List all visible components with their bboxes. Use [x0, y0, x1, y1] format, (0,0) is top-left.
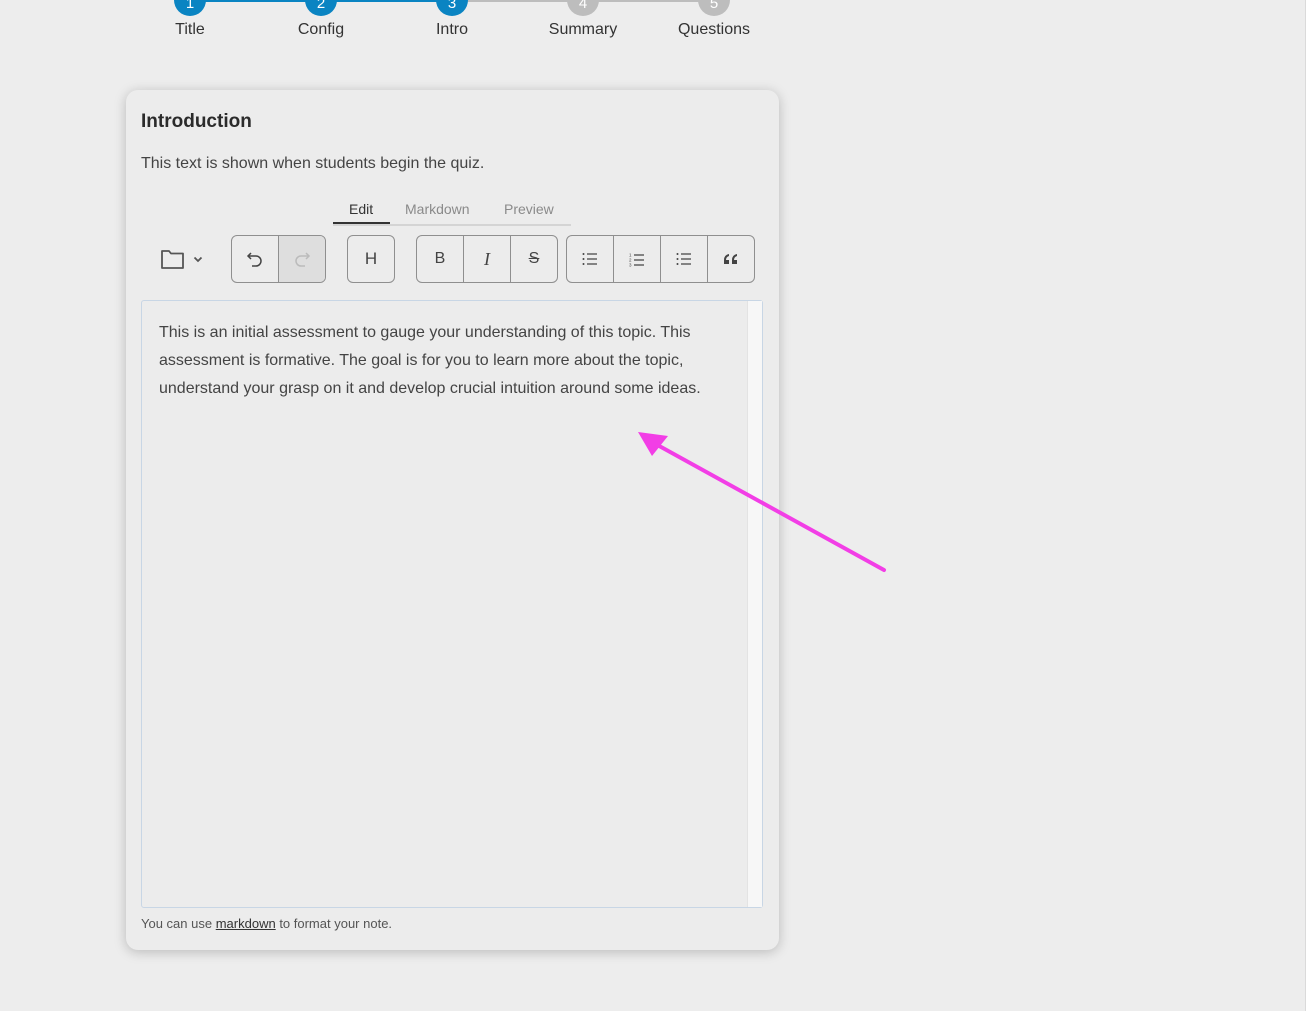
editor-tabs: Edit Markdown Preview: [333, 198, 571, 226]
numbered-list-button[interactable]: 1 2 3: [613, 236, 660, 282]
bullet-list-button[interactable]: [567, 236, 613, 282]
bullet-list-icon: [582, 253, 597, 265]
undo-button[interactable]: [232, 236, 278, 282]
step-connector: [321, 0, 452, 2]
redo-icon: [295, 252, 311, 267]
editor-scrollbar[interactable]: [747, 301, 762, 907]
active-tab-indicator: [333, 222, 390, 224]
chevron-down-icon: [193, 256, 203, 263]
svg-text:3: 3: [629, 262, 632, 267]
bold-button[interactable]: B: [417, 236, 463, 282]
tab-markdown[interactable]: Markdown: [405, 201, 470, 217]
step-1-label[interactable]: Title: [135, 21, 245, 39]
folder-icon: [161, 250, 184, 269]
tab-preview[interactable]: Preview: [504, 201, 554, 217]
introduction-card: Introduction This text is shown when stu…: [126, 90, 779, 950]
markdown-link[interactable]: markdown: [216, 916, 276, 931]
step-connector: [583, 0, 714, 2]
redo-button[interactable]: [278, 236, 325, 282]
step-3-dot[interactable]: 3: [436, 0, 468, 16]
step-4-label[interactable]: Summary: [528, 21, 638, 39]
wizard-stepper: 1 2 3 4 5 Title Config Intro Summary Que…: [0, 0, 1315, 60]
format-button-group: B I S: [416, 235, 558, 283]
strikethrough-button[interactable]: S: [510, 236, 557, 282]
step-4-dot[interactable]: 4: [567, 0, 599, 16]
strikethrough-icon: S: [528, 250, 540, 267]
block-button-group: 1 2 3: [566, 235, 755, 283]
heading-button-group: H: [347, 235, 395, 283]
checklist-icon: [676, 253, 691, 265]
editor-content[interactable]: This is an initial assessment to gauge y…: [159, 319, 729, 403]
step-2-label[interactable]: Config: [266, 21, 376, 39]
heading-icon: H: [364, 249, 378, 268]
page-edge-strip: [1305, 0, 1315, 1011]
markdown-editor[interactable]: This is an initial assessment to gauge y…: [141, 300, 763, 908]
quote-icon: [724, 254, 737, 264]
card-description: This text is shown when students begin t…: [141, 155, 485, 172]
step-connector: [190, 0, 321, 2]
undo-icon: [246, 252, 262, 267]
step-2-dot[interactable]: 2: [305, 0, 337, 16]
step-5-dot[interactable]: 5: [698, 0, 730, 16]
italic-button[interactable]: I: [463, 236, 510, 282]
checklist-button[interactable]: [660, 236, 707, 282]
step-5-label[interactable]: Questions: [659, 21, 769, 39]
quote-button[interactable]: [707, 236, 754, 282]
bold-icon: B: [434, 250, 446, 267]
markdown-hint: You can use markdown to format your note…: [141, 916, 392, 931]
numbered-list-icon: 1 2 3: [629, 252, 644, 267]
hint-suffix: to format your note.: [279, 916, 393, 931]
tab-edit[interactable]: Edit: [349, 201, 373, 217]
hint-prefix: You can use: [141, 916, 213, 931]
card-title: Introduction: [141, 111, 252, 132]
step-1-dot[interactable]: 1: [174, 0, 206, 16]
italic-icon: I: [484, 248, 490, 269]
step-connector: [452, 0, 583, 2]
heading-button[interactable]: H: [348, 236, 394, 282]
step-3-label[interactable]: Intro: [397, 21, 507, 39]
insert-file-button[interactable]: [160, 244, 214, 274]
history-button-group: [231, 235, 326, 283]
